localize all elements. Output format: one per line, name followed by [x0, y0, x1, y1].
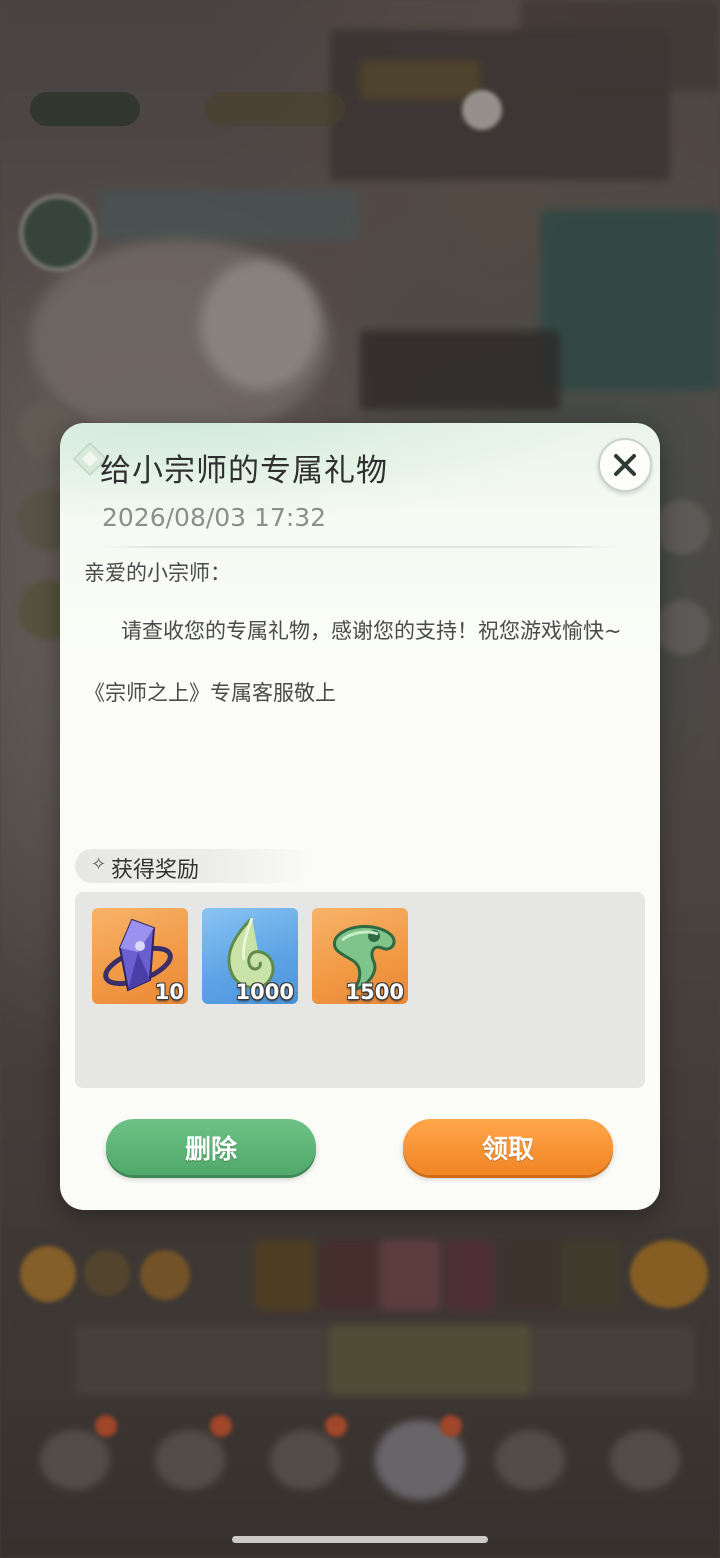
mail-date: 2026/08/03 17:32: [102, 503, 327, 532]
rewards-header-label: 获得奖励: [111, 858, 200, 883]
reward-quantity: 1000: [235, 980, 294, 1004]
reward-item[interactable]: 1500: [312, 908, 408, 1004]
mail-signature: 《宗师之上》专属客服敬上: [84, 681, 336, 705]
delete-button[interactable]: 删除: [106, 1119, 316, 1175]
mail-title: 给小宗师的专属礼物: [100, 453, 388, 489]
mail-message: 请查收您的专属礼物，感谢您的支持！祝您游戏愉快~: [121, 619, 622, 643]
mail-body: 亲爱的小宗师： 请查收您的专属礼物，感谢您的支持！祝您游戏愉快~ 《宗师之上》专…: [84, 558, 640, 708]
reward-quantity: 1500: [345, 980, 404, 1004]
close-button[interactable]: [598, 438, 652, 492]
reward-item[interactable]: 10: [92, 908, 188, 1004]
rewards-panel: 10 1000 1500: [75, 892, 645, 1088]
divider: [100, 546, 620, 548]
home-indicator[interactable]: [232, 1536, 488, 1543]
close-icon: [614, 454, 636, 476]
mail-greeting: 亲爱的小宗师：: [84, 561, 231, 585]
reward-item[interactable]: 1000: [202, 908, 298, 1004]
mail-dialog: 给小宗师的专属礼物 2026/08/03 17:32 亲爱的小宗师： 请查收您的…: [60, 423, 660, 1210]
rewards-header: ✧ 获得奖励: [75, 849, 315, 883]
reward-quantity: 10: [154, 980, 184, 1004]
sparkle-icon: ✧: [91, 854, 107, 875]
claim-button[interactable]: 领取: [403, 1119, 613, 1175]
